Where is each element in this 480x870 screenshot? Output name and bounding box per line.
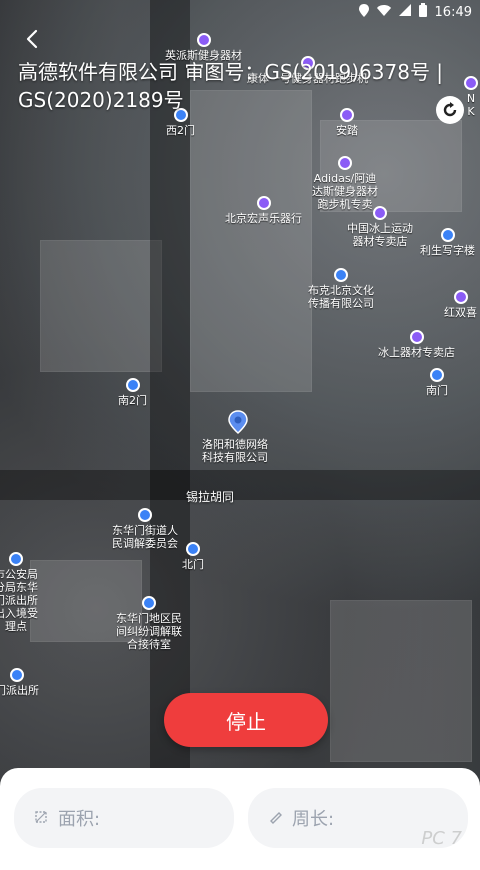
poi-label: 东华门地区民间纠纷调解联合接待室	[116, 612, 182, 651]
poi-marker[interactable]: 门派出所	[0, 668, 40, 697]
poi-dot	[10, 668, 24, 682]
map-building	[40, 240, 162, 372]
poi-dot	[464, 76, 478, 90]
poi-dot	[256, 196, 271, 210]
poi-marker[interactable]: 中国冰上运动器材专卖店	[345, 206, 415, 248]
poi-label: 布克北京文化传播有限公司	[308, 284, 374, 310]
location-icon	[358, 3, 369, 21]
signal-icon	[398, 4, 411, 20]
poi-marker[interactable]: 北门	[182, 542, 204, 571]
poi-label: 市公安局分局东华门派出所出入境受理点	[0, 568, 38, 633]
poi-dot	[186, 542, 200, 556]
refresh-icon	[443, 102, 457, 117]
poi-dot	[334, 268, 348, 282]
poi-marker[interactable]: 南门	[426, 368, 448, 397]
map-copyright-text: 高德软件有限公司 审图号：GS(2019)6378号 | GS(2020)218…	[18, 60, 444, 112]
poi-marker[interactable]: 南2门	[118, 378, 147, 407]
poi-dot	[373, 206, 387, 220]
poi-label: 北门	[182, 558, 204, 571]
poi-marker[interactable]: 红双喜	[444, 290, 477, 319]
chevron-left-icon	[26, 29, 38, 49]
location-pin-icon[interactable]	[228, 410, 248, 435]
map-road	[0, 470, 480, 500]
poi-dot	[453, 290, 468, 304]
area-icon	[34, 809, 48, 828]
poi-label: 南门	[426, 384, 448, 397]
poi-marker[interactable]: 洛阳和德网络科技有限公司	[200, 436, 270, 464]
poi-label: 东华门街道人民调解委员会	[112, 524, 178, 550]
poi-dot	[142, 596, 156, 610]
poi-marker[interactable]: 利生写字楼	[420, 228, 475, 257]
poi-dot	[125, 378, 140, 392]
watermark: PC 7	[421, 828, 462, 849]
stop-button[interactable]: 停止	[164, 693, 328, 747]
poi-marker[interactable]: 冰上器材专卖店	[378, 330, 455, 359]
refresh-button[interactable]	[436, 96, 464, 124]
poi-label: 洛阳和德网络科技有限公司	[202, 438, 268, 464]
poi-dot	[196, 33, 211, 47]
poi-marker[interactable]: 东华门地区民间纠纷调解联合接待室	[116, 596, 182, 651]
wifi-icon	[376, 4, 391, 20]
poi-label: 利生写字楼	[420, 244, 475, 257]
poi-marker[interactable]: 布克北京文化传播有限公司	[308, 268, 374, 310]
poi-marker[interactable]: 市公安局分局东华门派出所出入境受理点	[0, 552, 38, 633]
ruler-icon	[268, 809, 282, 828]
poi-label: 冰上器材专卖店	[378, 346, 455, 359]
status-time: 16:49	[434, 4, 472, 20]
road-label: 锡拉胡同	[186, 490, 235, 504]
poi-marker[interactable]: 东华门街道人民调解委员会	[112, 508, 178, 550]
poi-label: 西2门	[166, 124, 195, 137]
measurement-sheet: 面积: 周长:	[0, 768, 480, 870]
map-building	[190, 90, 312, 392]
poi-dot	[430, 368, 444, 382]
poi-label: 门派出所	[0, 684, 39, 697]
poi-label: 北京宏声乐器行	[225, 212, 302, 225]
back-button[interactable]	[22, 28, 44, 50]
poi-label: N K	[466, 92, 476, 118]
poi-marker[interactable]: 北京宏声乐器行	[225, 196, 302, 225]
poi-label: 南2门	[118, 394, 147, 407]
battery-icon	[418, 3, 427, 21]
poi-label: 红双喜	[444, 306, 477, 319]
poi-marker[interactable]: N K	[462, 76, 480, 118]
poi-label: 安踏	[336, 124, 358, 137]
poi-dot	[9, 552, 23, 566]
perimeter-label: 周长:	[292, 809, 335, 830]
area-field[interactable]: 面积:	[14, 788, 234, 848]
poi-dot	[138, 508, 152, 522]
poi-dot	[440, 228, 455, 242]
poi-marker[interactable]: Adidas/阿迪达斯健身器材跑步机专卖	[310, 156, 380, 211]
map-building	[330, 600, 472, 762]
poi-dot	[409, 330, 424, 344]
poi-dot	[338, 156, 352, 170]
area-label: 面积:	[58, 809, 101, 830]
poi-label: 中国冰上运动器材专卖店	[347, 222, 413, 248]
status-bar: 16:49	[0, 0, 480, 24]
